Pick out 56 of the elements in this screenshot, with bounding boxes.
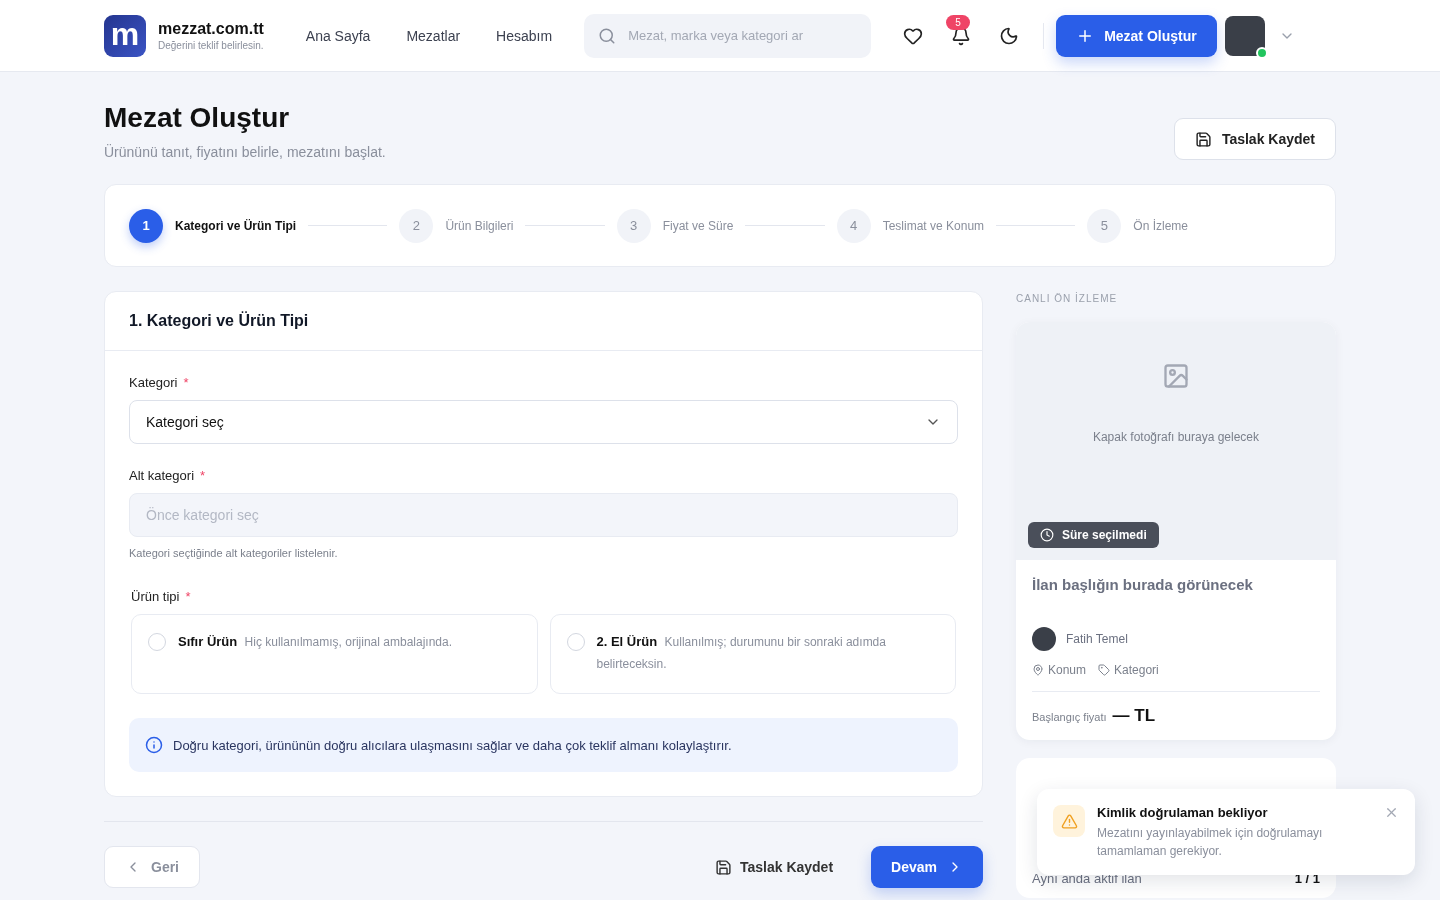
preview-heading: CANLI ÖN İZLEME bbox=[1016, 293, 1119, 304]
tag-icon bbox=[1098, 664, 1111, 676]
continue-button[interactable]: Devam bbox=[871, 846, 983, 888]
toast-title: Kimlik doğrulaman bekliyor bbox=[1097, 805, 1269, 820]
price-value: — TL bbox=[1112, 706, 1156, 726]
user-avatar[interactable] bbox=[1224, 15, 1265, 56]
seller-avatar bbox=[1032, 627, 1056, 651]
field-label: Alt kategori bbox=[129, 468, 195, 483]
required-mark: * bbox=[185, 589, 191, 604]
seller-name: Fatih Temel bbox=[1066, 632, 1128, 646]
moon-icon bbox=[999, 25, 1020, 46]
tagline: Değerini teklif belirlesin. bbox=[158, 40, 264, 51]
info-text: Doğru kategori, ürününün doğru alıcılara ulaşmasını sağlar ve daha çok teklif almanı kolaylaştırır. bbox=[173, 737, 732, 753]
required-mark: * bbox=[183, 375, 189, 390]
step[interactable]: 1 Kategori ve Ürün Tipi bbox=[129, 208, 297, 243]
product-type-option[interactable]: 2. El Ürün Kullanılmış; durumunu bir sonraki adımda belirteceksin. bbox=[549, 614, 956, 694]
create-auction-button[interactable]: Mezat Oluştur bbox=[1056, 14, 1217, 57]
pin-icon bbox=[1032, 664, 1044, 676]
cover-text: Kapak fotoğrafı buraya gelecek bbox=[1092, 430, 1260, 444]
save-draft-button[interactable]: Taslak Kaydet bbox=[708, 857, 840, 877]
listing-title: İlan başlığın burada görünecek bbox=[1032, 576, 1254, 593]
info-icon bbox=[145, 736, 163, 754]
warning-triangle-icon bbox=[1060, 812, 1078, 830]
duration-badge: Süre seçilmedi bbox=[1028, 522, 1159, 548]
save-draft-button[interactable]: Taslak Kaydet bbox=[1173, 118, 1336, 160]
option-text: 2. El Ürün Kullanılmış; durumunu bir sonraki adımda belirteceksin. bbox=[596, 633, 887, 673]
nav-link[interactable]: Hesabım bbox=[496, 27, 553, 44]
option-text: Sıfır Ürün Hiç kullanılmamış, orijinal ambalajında. bbox=[178, 633, 452, 651]
logo[interactable]: m bbox=[104, 14, 146, 57]
section-title: 1. Kategori ve Ürün Tipi bbox=[105, 292, 982, 351]
category-select[interactable]: Kategori seç bbox=[129, 400, 958, 444]
clock-icon bbox=[1040, 528, 1054, 542]
notification-badge: 5 bbox=[946, 14, 970, 30]
product-type-option[interactable]: Sıfır Ürün Hiç kullanılmamış, orijinal ambalajında. bbox=[131, 614, 538, 694]
search-input[interactable]: Mezat, marka veya kategori ar bbox=[626, 27, 837, 44]
toast-message: Mezatını yayınlayabilmek için doğrulamayı tamamlaman gerekiyor. bbox=[1097, 825, 1324, 860]
save-icon bbox=[714, 858, 732, 876]
page-subtitle: Ürününü tanıt, fiyatını belirle, mezatını başlat. bbox=[104, 144, 386, 160]
location-label: Konum bbox=[1032, 663, 1087, 677]
nav-link[interactable]: Mezatlar bbox=[406, 27, 461, 44]
nav-link[interactable]: Ana Sayfa bbox=[305, 27, 371, 44]
field-hint: Kategori seçtiğinde alt kategoriler listelenir. bbox=[129, 547, 339, 559]
image-icon bbox=[1162, 362, 1190, 390]
price-label: Başlangıç fiyatı bbox=[1032, 711, 1107, 723]
page-title: Mezat Oluştur bbox=[104, 102, 291, 134]
heart-icon bbox=[903, 25, 924, 46]
category-label: Kategori bbox=[1098, 663, 1159, 677]
required-mark: * bbox=[200, 468, 206, 483]
notifications-button[interactable]: 5 bbox=[943, 17, 980, 54]
field-label: Ürün tipi bbox=[131, 589, 180, 604]
search-field[interactable]: Mezat, marka veya kategori ar bbox=[584, 13, 872, 58]
save-icon bbox=[1194, 130, 1212, 148]
brand-name: mezzat.com.tt bbox=[158, 20, 264, 38]
search-icon bbox=[598, 26, 617, 45]
field-label: Kategori bbox=[129, 375, 178, 390]
close-icon bbox=[1384, 805, 1399, 820]
